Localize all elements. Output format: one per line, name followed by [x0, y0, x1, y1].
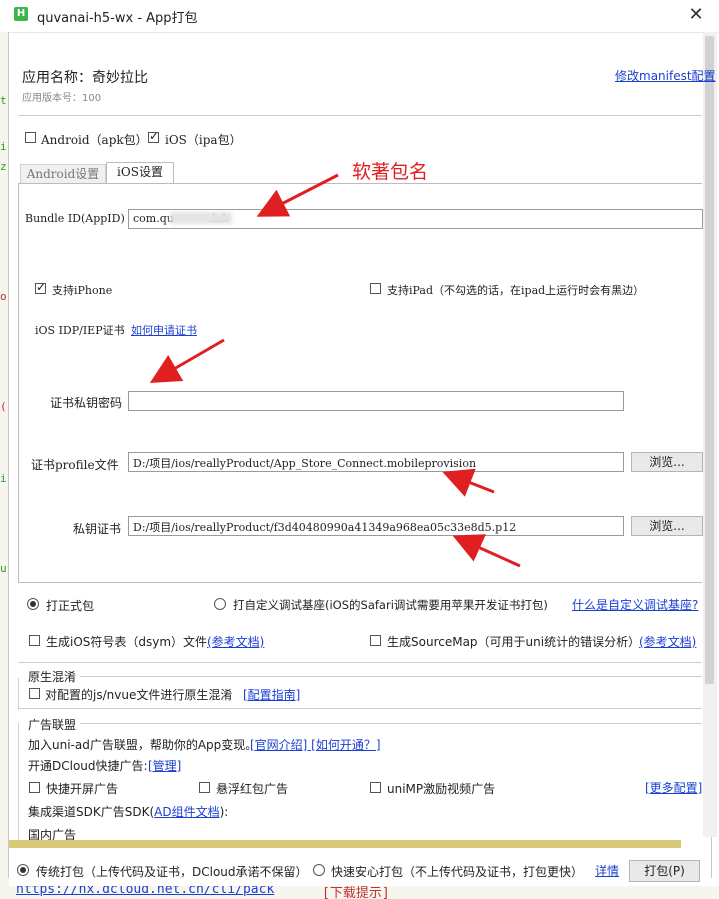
traditional-pack-radio[interactable]	[17, 864, 29, 876]
custom-base-radio[interactable]	[214, 598, 226, 610]
background-bracket-text: [下载提示]	[322, 886, 390, 899]
traditional-pack-label: 传统打包（上传代码及证书，DCloud承诺不保留）	[36, 865, 308, 879]
fast-pack-label: 快速安心打包（不上传代码及证书，打包更快）	[331, 865, 584, 879]
obfuscation-checkbox[interactable]	[29, 688, 40, 699]
divider	[80, 676, 702, 677]
splash-ad-label: 快捷开屏广告	[46, 782, 119, 796]
divider	[18, 678, 19, 710]
video-ad-label: uniMP激励视频广告	[387, 782, 496, 796]
arrow-to-private-cert	[452, 534, 521, 568]
divider	[18, 723, 19, 840]
custom-base-label: 打自定义调试基座(iOS的Safari调试需要用苹果开发证书打包)	[233, 598, 548, 612]
divider	[80, 723, 702, 724]
sourcemap-docs-link[interactable]: (参考文档)	[639, 633, 696, 650]
dsym-checkbox[interactable]	[29, 635, 40, 646]
sourcemap-label: 生成SourceMap（可用于uni统计的错误分析）	[387, 635, 641, 649]
ad-component-docs-link[interactable]: AD组件文档	[154, 805, 219, 819]
sdk-ads-suffix: ):	[219, 805, 229, 819]
formal-package-label: 打正式包	[46, 599, 95, 613]
divider	[18, 708, 702, 709]
ads-manage-link[interactable]: [管理]	[148, 757, 181, 774]
domestic-ads-label: 国内广告	[28, 828, 77, 840]
background-url-text: https://nx.dcloud.net.cn/cli/pack	[16, 886, 275, 897]
formal-package-radio[interactable]	[27, 598, 39, 610]
ads-title: 广告联盟	[28, 718, 77, 732]
sdk-ads-row: 集成渠道SDK广告SDK(AD组件文档):	[28, 803, 228, 820]
redpack-ad-label: 悬浮红包广告	[216, 782, 289, 796]
obfuscation-title: 原生混淆	[28, 670, 77, 684]
ads-join-text: 加入uni-ad广告联盟，帮助你的App变现。	[28, 738, 258, 752]
splash-ad-checkbox[interactable]	[29, 782, 40, 793]
obfuscation-guide-link[interactable]: [配置指南]	[243, 686, 300, 703]
pack-button[interactable]: 打包(P)	[629, 860, 700, 882]
ads-join-links[interactable]: [官网介绍] [如何开通？]	[250, 736, 381, 753]
arrow-to-bundle-id	[256, 173, 339, 217]
divider	[18, 662, 702, 663]
sourcemap-checkbox[interactable]	[370, 635, 381, 646]
sdk-ads-prefix: 集成渠道SDK广告SDK(	[28, 805, 155, 819]
more-config-link[interactable]: [更多配置]	[645, 779, 702, 796]
dsym-docs-link[interactable]: (参考文档)	[207, 633, 264, 650]
what-is-custom-base-link[interactable]: 什么是自定义调试基座?	[572, 596, 698, 613]
background-editor-line: https://nx.dcloud.net.cn/cli/pack [下载提示]	[0, 886, 719, 899]
arrow-to-profile-file	[442, 468, 495, 497]
obfuscation-label: 对配置的js/nvue文件进行原生混淆	[45, 688, 233, 702]
dsym-label: 生成iOS符号表（dsym）文件	[46, 635, 208, 649]
details-link[interactable]: 详情	[595, 862, 619, 879]
fast-pack-radio[interactable]	[313, 864, 325, 876]
video-ad-checkbox[interactable]	[370, 782, 381, 793]
arrow-to-cert-password	[149, 338, 225, 384]
redpack-ad-checkbox[interactable]	[199, 782, 210, 793]
dcloud-ads-text: 开通DCloud快捷广告:	[28, 759, 148, 773]
